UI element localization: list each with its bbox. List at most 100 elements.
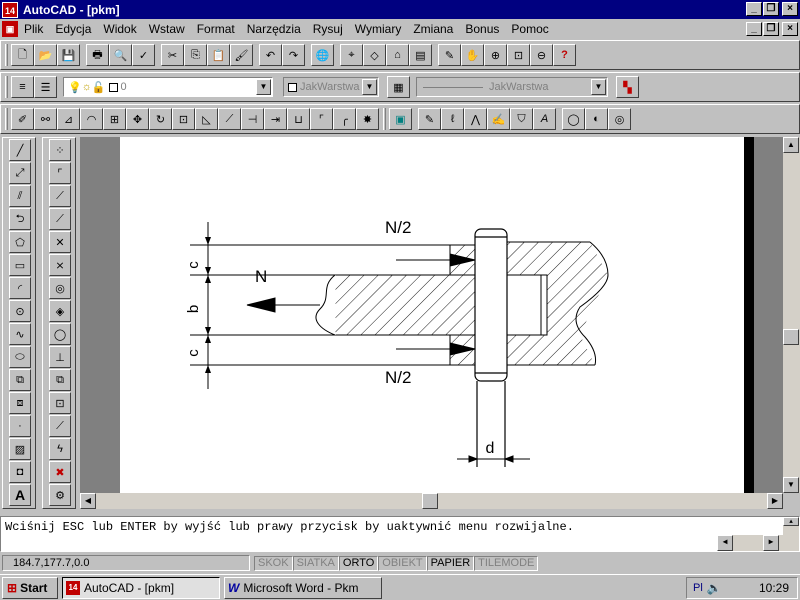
undo-icon[interactable]: ↶ <box>259 44 282 66</box>
command-line[interactable]: Wciśnij ESC lub ENTER by wyjść lub prawy… <box>0 516 800 552</box>
mode-obiekt[interactable]: OBIEKT <box>378 555 427 571</box>
edit-spline-icon[interactable]: ℓ <box>441 108 464 130</box>
zoom-previous-icon[interactable]: ⊖ <box>530 44 553 66</box>
chevron-down-icon[interactable]: ▼ <box>591 79 606 95</box>
vertical-scrollbar[interactable]: ▲ ▼ <box>783 137 800 493</box>
snap-perpendicular-icon[interactable]: ⊥ <box>49 346 71 368</box>
point-icon[interactable]: · <box>9 415 31 437</box>
ucs-icon[interactable]: ⌂ <box>386 44 409 66</box>
hyperlink-icon[interactable]: 🌐 <box>311 44 334 66</box>
chevron-down-icon[interactable]: ▼ <box>256 79 271 95</box>
snap-apparent-intersection-icon[interactable]: ⨯ <box>49 254 71 276</box>
menu-wymiary[interactable]: Wymiary <box>349 22 408 36</box>
autocad-app-icon[interactable]: 14 <box>2 1 18 18</box>
menu-narzedzia[interactable]: Narzędzia <box>241 22 307 36</box>
menu-plik[interactable]: Plik <box>18 22 49 36</box>
explode-icon[interactable]: ✸ <box>356 108 379 130</box>
chevron-down-icon[interactable]: ▼ <box>362 79 377 95</box>
snap-endpoint-icon[interactable]: ⟋ <box>49 185 71 207</box>
scroll-right-icon[interactable]: ▶ <box>767 493 783 509</box>
rectangle-icon[interactable]: ▭ <box>9 254 31 276</box>
snap-tangent-icon[interactable]: ◯ <box>49 323 71 345</box>
speaker-icon[interactable]: 🔈 <box>707 581 722 595</box>
pan-icon[interactable]: ✋ <box>461 44 484 66</box>
lengthen-icon[interactable]: ⟋ <box>218 108 241 130</box>
multiline-text-icon[interactable]: A <box>9 484 31 506</box>
print-icon[interactable]: 🖶 <box>86 44 109 66</box>
extend-icon[interactable]: ⇥ <box>264 108 287 130</box>
rotate-icon[interactable]: ↻ <box>149 108 172 130</box>
construction-line-icon[interactable]: ⤢ <box>9 162 31 184</box>
fillet-icon[interactable]: ╭ <box>333 108 356 130</box>
match-properties-icon[interactable]: 🖌 <box>230 44 253 66</box>
minimize-button[interactable]: _ <box>746 2 762 16</box>
linetype-dropdown[interactable]: JakWarstwa ▼ <box>416 77 608 97</box>
clock[interactable]: 10:29 <box>759 581 789 595</box>
spell-check-icon[interactable]: ✓ <box>132 44 155 66</box>
stretch-icon[interactable]: ◺ <box>195 108 218 130</box>
snap-none-icon[interactable]: ✖ <box>49 461 71 483</box>
circle-icon[interactable]: ⊙ <box>9 300 31 322</box>
layers-icon[interactable]: ☰ <box>34 76 57 98</box>
scroll-up-icon[interactable]: ▲ <box>783 517 799 526</box>
edit-multiline-icon[interactable]: ⋀ <box>464 108 487 130</box>
color-dropdown[interactable]: JakWarstwa ▼ <box>283 77 379 97</box>
scroll-thumb-horizontal[interactable] <box>422 493 438 509</box>
language-indicator[interactable]: Pl <box>693 582 703 594</box>
menu-widok[interactable]: Widok <box>97 22 142 36</box>
insert-block-icon[interactable]: ⧉ <box>9 369 31 391</box>
inquiry-icon[interactable]: ▤ <box>409 44 432 66</box>
intersect-icon[interactable]: ◎ <box>608 108 631 130</box>
line-icon[interactable]: ╱ <box>9 139 31 161</box>
mode-papier[interactable]: PAPIER <box>426 555 475 571</box>
close-button[interactable]: × <box>782 2 798 16</box>
osnap-settings-icon[interactable]: ⚙ <box>49 484 71 506</box>
make-current-layer-icon[interactable]: ≡ <box>11 76 34 98</box>
tracking-snap-icon[interactable]: ⁘ <box>49 139 71 161</box>
make-block-icon[interactable]: ⧈ <box>9 392 31 414</box>
snap-midpoint-icon[interactable]: ⟋ <box>49 208 71 230</box>
document-icon[interactable]: ▣ <box>2 21 18 37</box>
snap-from-icon[interactable]: ⌜ <box>49 162 71 184</box>
menu-rysuj[interactable]: Rysuj <box>307 22 349 36</box>
snap-icon[interactable]: ◇ <box>363 44 386 66</box>
command-input[interactable] <box>1 535 717 551</box>
move-icon[interactable]: ✥ <box>126 108 149 130</box>
help-icon[interactable]: ? <box>553 44 576 66</box>
snap-center-icon[interactable]: ◎ <box>49 277 71 299</box>
edit-polyline-icon[interactable]: ✎ <box>418 108 441 130</box>
arc-icon[interactable]: ◜ <box>9 277 31 299</box>
edit-attribute-icon[interactable]: ✍ <box>487 108 510 130</box>
redraw-icon[interactable]: ✎ <box>438 44 461 66</box>
open-file-icon[interactable]: 📂 <box>34 44 57 66</box>
polygon-icon[interactable]: ⬠ <box>9 231 31 253</box>
mode-orto[interactable]: ORTO <box>338 555 379 571</box>
snap-node-icon[interactable]: ⊡ <box>49 392 71 414</box>
erase-icon[interactable]: ✐ <box>11 108 34 130</box>
task-word[interactable]: W Microsoft Word - Pkm <box>224 577 382 599</box>
doc-restore-button[interactable]: ❐ <box>763 22 779 36</box>
mode-siatka[interactable]: SIATKA <box>292 555 339 571</box>
draw-order-icon[interactable]: ▣ <box>389 108 412 130</box>
offset-icon[interactable]: ◠ <box>80 108 103 130</box>
menu-bonus[interactable]: Bonus <box>459 22 505 36</box>
zoom-window-icon[interactable]: ⊡ <box>507 44 530 66</box>
break-icon[interactable]: ⊔ <box>287 108 310 130</box>
menu-wstaw[interactable]: Wstaw <box>143 22 191 36</box>
command-vscroll[interactable]: ▲ <box>783 517 799 535</box>
cut-icon[interactable]: ✂ <box>161 44 184 66</box>
snap-insert-icon[interactable]: ⧉ <box>49 369 71 391</box>
snap-intersection-icon[interactable]: ✕ <box>49 231 71 253</box>
scroll-up-icon[interactable]: ▲ <box>783 137 799 153</box>
menu-zmiana[interactable]: Zmiana <box>407 22 459 36</box>
command-scrollbar[interactable]: ◀ ▶ <box>717 535 799 551</box>
horizontal-scrollbar[interactable]: ◀ ▶ <box>80 493 783 509</box>
menu-pomoc[interactable]: Pomoc <box>505 22 554 36</box>
array-icon[interactable]: ⊞ <box>103 108 126 130</box>
palette-icon[interactable]: ▚ <box>616 76 639 98</box>
copy-object-icon[interactable]: ⚯ <box>34 108 57 130</box>
layer-dropdown[interactable]: 💡 ☼ 🔓 0 ▼ <box>63 77 273 97</box>
scroll-thumb-vertical[interactable] <box>783 329 799 345</box>
scroll-down-icon[interactable]: ▼ <box>783 477 799 493</box>
restore-button[interactable]: ❐ <box>763 2 779 16</box>
